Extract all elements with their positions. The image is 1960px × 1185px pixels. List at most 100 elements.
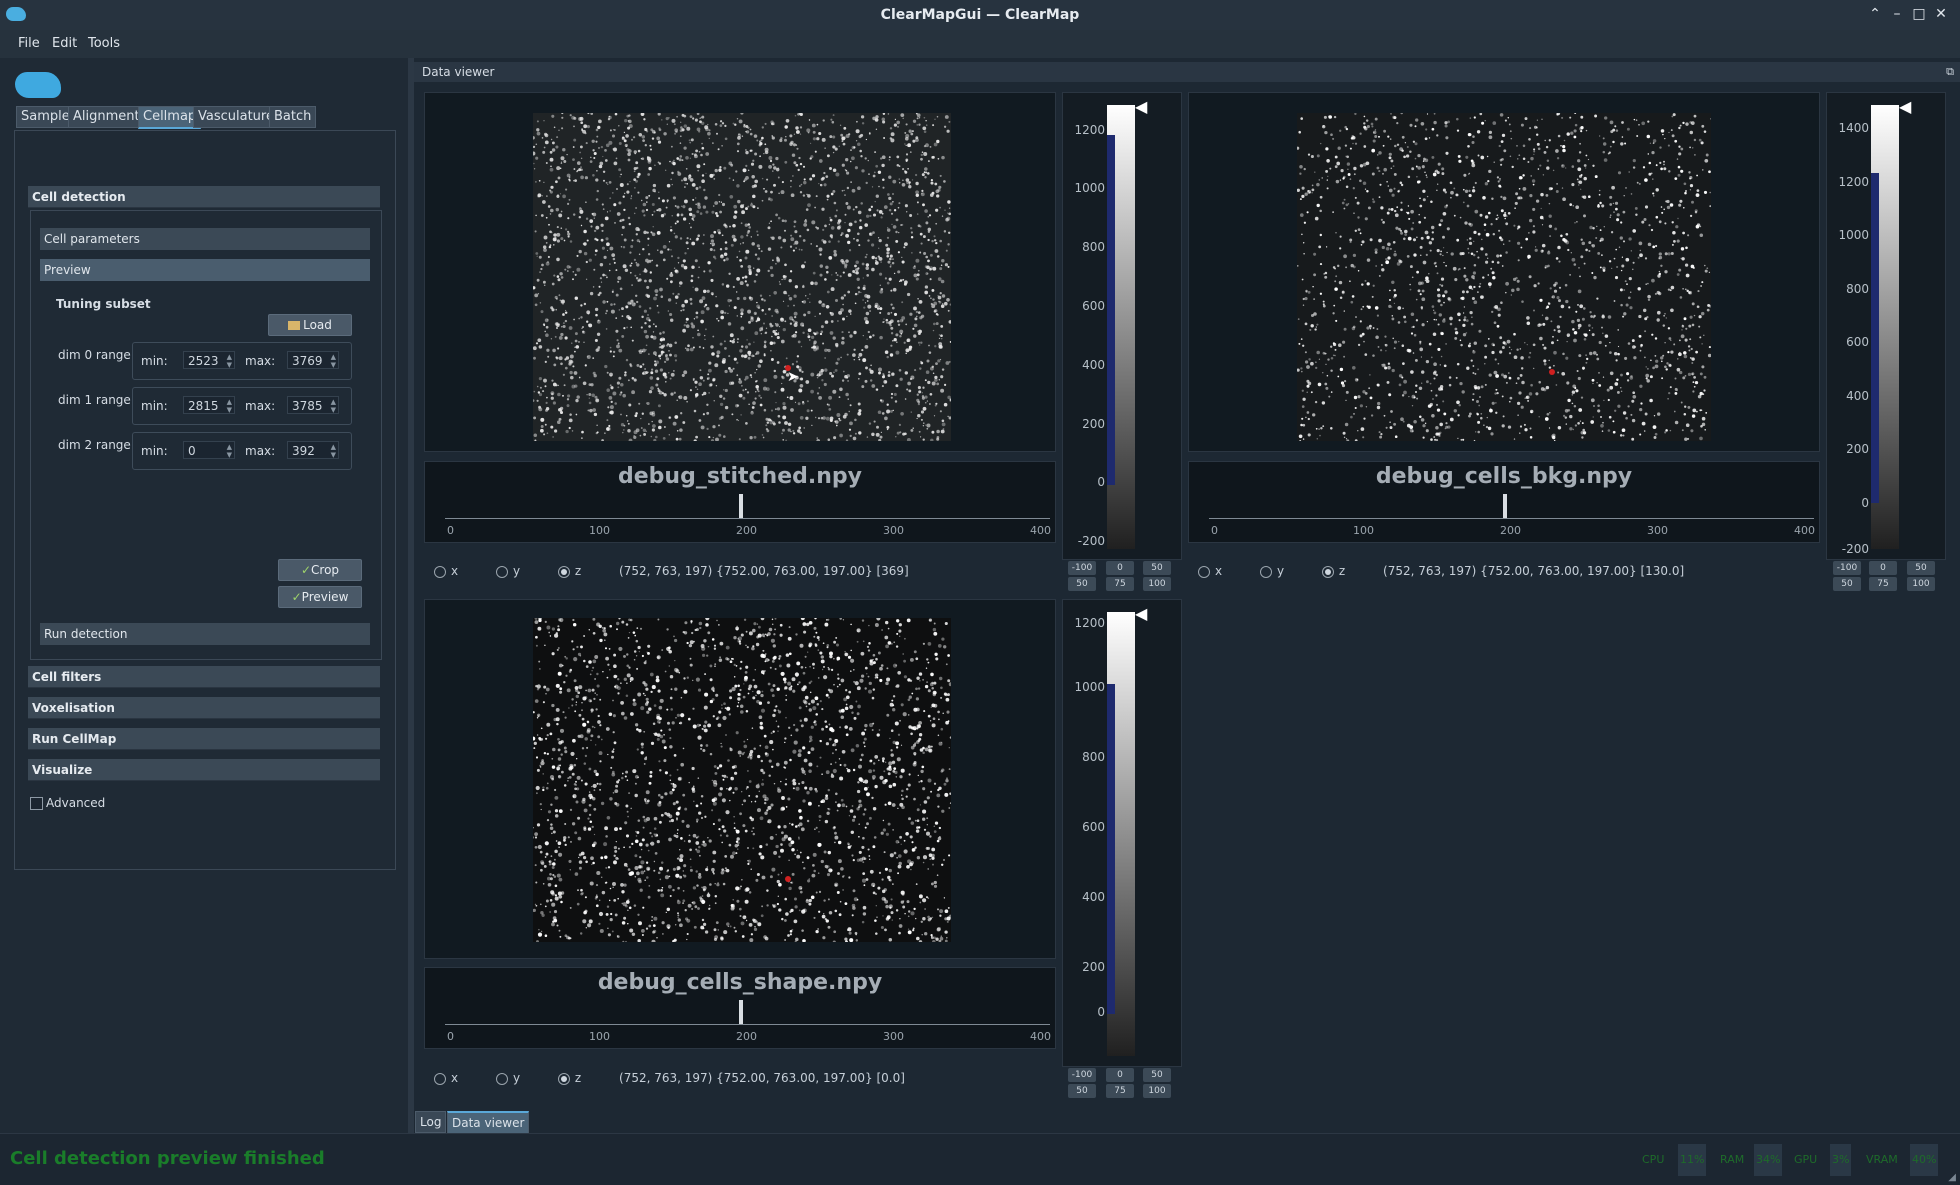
dim2-max-input[interactable]: 392 ▲ ▼: [287, 441, 339, 459]
image-stitched[interactable]: [531, 111, 953, 443]
tab-data-viewer[interactable]: Data viewer: [447, 1111, 530, 1134]
float-icon[interactable]: ⧉: [1946, 62, 1954, 82]
lut-button[interactable]: 0: [1106, 1068, 1134, 1082]
splitter-handle[interactable]: [408, 58, 414, 1133]
dim2-min-input[interactable]: 0 ▲ ▼: [183, 441, 235, 459]
lut-button[interactable]: 100: [1143, 577, 1171, 591]
lut-button[interactable]: -100: [1833, 561, 1861, 575]
lut-button[interactable]: 50: [1143, 561, 1171, 575]
section-cell-filters[interactable]: Cell filters: [28, 666, 380, 688]
lut-button[interactable]: 100: [1143, 1084, 1171, 1098]
section-visualize[interactable]: Visualize: [28, 759, 380, 781]
axis-selector-stitched: x y z (752, 763, 197) {752.00, 763.00, 1…: [434, 561, 909, 581]
radio-z[interactable]: z: [1321, 564, 1345, 578]
lut-stitched[interactable]: 1200 1000 800 600 400 200 0 -200 ◀: [1062, 92, 1182, 560]
radio-y[interactable]: y: [1259, 564, 1284, 578]
image-cells-shape[interactable]: [531, 616, 953, 944]
histogram-peak: [739, 494, 743, 518]
dock-title: Data viewer: [422, 65, 495, 79]
hist-cells-bkg[interactable]: debug_cells_bkg.npy 0 100 200 300 400: [1188, 461, 1820, 543]
lut-button[interactable]: 50: [1143, 1068, 1171, 1082]
radio-y[interactable]: y: [495, 564, 520, 578]
cell-speckle-texture: [531, 616, 953, 944]
dim0-max-input[interactable]: 3769 ▲ ▼: [287, 351, 339, 369]
window-shade-button[interactable]: ⌃: [1866, 5, 1884, 23]
radio-x[interactable]: x: [1198, 564, 1222, 578]
crop-button[interactable]: ✓Crop: [278, 559, 362, 581]
lut-button[interactable]: 50: [1068, 1084, 1096, 1098]
hist-axis: [445, 1024, 1050, 1025]
lut-max-handle-icon[interactable]: ◀: [1899, 97, 1911, 116]
dim2-max-value: 392: [292, 444, 315, 458]
window-maximize-button[interactable]: □: [1910, 5, 1928, 23]
vram-label: VRAM: [1866, 1153, 1898, 1166]
image-cells-bkg[interactable]: [1296, 111, 1712, 443]
dim2-range-label: dim 2 range: [58, 438, 131, 452]
lut-button[interactable]: 50: [1068, 577, 1096, 591]
dim0-min-label: min:: [141, 354, 168, 368]
dim1-max-value: 3785: [292, 399, 323, 413]
lut-button[interactable]: -100: [1068, 1068, 1096, 1082]
dim1-min-input[interactable]: 2815 ▲ ▼: [183, 396, 235, 414]
tuning-subset-label: Tuning subset: [56, 297, 151, 311]
dim1-max-input[interactable]: 3785 ▲ ▼: [287, 396, 339, 414]
window-close-button[interactable]: ✕: [1932, 5, 1950, 23]
section-run-cellmap[interactable]: Run CellMap: [28, 728, 380, 750]
viewer-cells-bkg[interactable]: [1188, 92, 1820, 452]
hist-stitched[interactable]: debug_stitched.npy 0 100 200 300 400: [424, 461, 1056, 543]
tab-batch[interactable]: Batch: [269, 106, 317, 128]
section-cell-detection[interactable]: Cell detection: [28, 186, 380, 208]
lut-button[interactable]: 0: [1869, 561, 1897, 575]
radio-x[interactable]: x: [434, 564, 458, 578]
tab-alignment[interactable]: Alignment: [68, 106, 145, 128]
menu-file[interactable]: File: [18, 36, 40, 51]
lut-button[interactable]: 0: [1106, 561, 1134, 575]
subsection-cell-parameters[interactable]: Cell parameters: [40, 228, 370, 250]
lut-button[interactable]: -100: [1068, 561, 1096, 575]
dim2-min-label: min:: [141, 444, 168, 458]
dim0-min-input[interactable]: 2523 ▲ ▼: [183, 351, 235, 369]
preview-button[interactable]: ✓Preview: [278, 586, 362, 608]
subsection-run-detection[interactable]: Run detection: [40, 623, 370, 645]
subsection-preview[interactable]: Preview: [40, 259, 370, 281]
radio-z[interactable]: z: [557, 564, 581, 578]
hist-tick: 100: [589, 1030, 610, 1043]
resize-grip-icon[interactable]: ◢: [1948, 1172, 1956, 1183]
menu-tools[interactable]: Tools: [88, 36, 120, 51]
lut-tick: -200: [1841, 542, 1869, 556]
tab-log[interactable]: Log: [415, 1111, 447, 1133]
lut-button[interactable]: 75: [1869, 577, 1897, 591]
lut-tick: 1200: [1838, 175, 1869, 189]
menu-edit[interactable]: Edit: [52, 36, 77, 51]
load-button[interactable]: Load: [268, 314, 352, 336]
tab-cellmap[interactable]: Cellmap: [138, 106, 202, 129]
lut-tick: -200: [1077, 534, 1105, 548]
radio-z[interactable]: z: [557, 1071, 581, 1085]
section-voxelisation[interactable]: Voxelisation: [28, 697, 380, 719]
lut-button[interactable]: 50: [1907, 561, 1935, 575]
lut-max-handle-icon[interactable]: ◀: [1135, 604, 1147, 623]
radio-y[interactable]: y: [495, 1071, 520, 1085]
window-minimize-button[interactable]: –: [1888, 5, 1906, 23]
lut-max-handle-icon[interactable]: ◀: [1135, 97, 1147, 116]
lut-button[interactable]: 50: [1833, 577, 1861, 591]
cursor-marker: [785, 876, 791, 882]
viewer-cells-shape[interactable]: [424, 599, 1056, 959]
tab-vasculature[interactable]: Vasculature: [193, 106, 279, 128]
lut-cells-bkg[interactable]: 1400 1200 1000 800 600 400 200 0 -200 ◀: [1826, 92, 1946, 560]
lut-tick: 200: [1082, 960, 1105, 974]
advanced-checkbox[interactable]: [30, 797, 43, 810]
histogram-peak: [739, 1000, 743, 1024]
dim2-max-label: max:: [245, 444, 276, 458]
hist-cells-shape[interactable]: debug_cells_shape.npy 0 100 200 300 400: [424, 967, 1056, 1049]
brain-logo-icon: [15, 72, 61, 98]
lut-button[interactable]: 75: [1106, 577, 1134, 591]
lut-button[interactable]: 75: [1106, 1084, 1134, 1098]
lut-button[interactable]: 100: [1907, 577, 1935, 591]
radio-x[interactable]: x: [434, 1071, 458, 1085]
lut-cells-shape[interactable]: 1200 1000 800 600 400 200 0 ◀: [1062, 599, 1182, 1067]
viewer-stitched[interactable]: ➤: [424, 92, 1056, 452]
tab-sample[interactable]: Sample: [16, 106, 75, 128]
spin-arrows-icon: ▲ ▼: [226, 353, 232, 369]
dim1-min-value: 2815: [188, 399, 219, 413]
